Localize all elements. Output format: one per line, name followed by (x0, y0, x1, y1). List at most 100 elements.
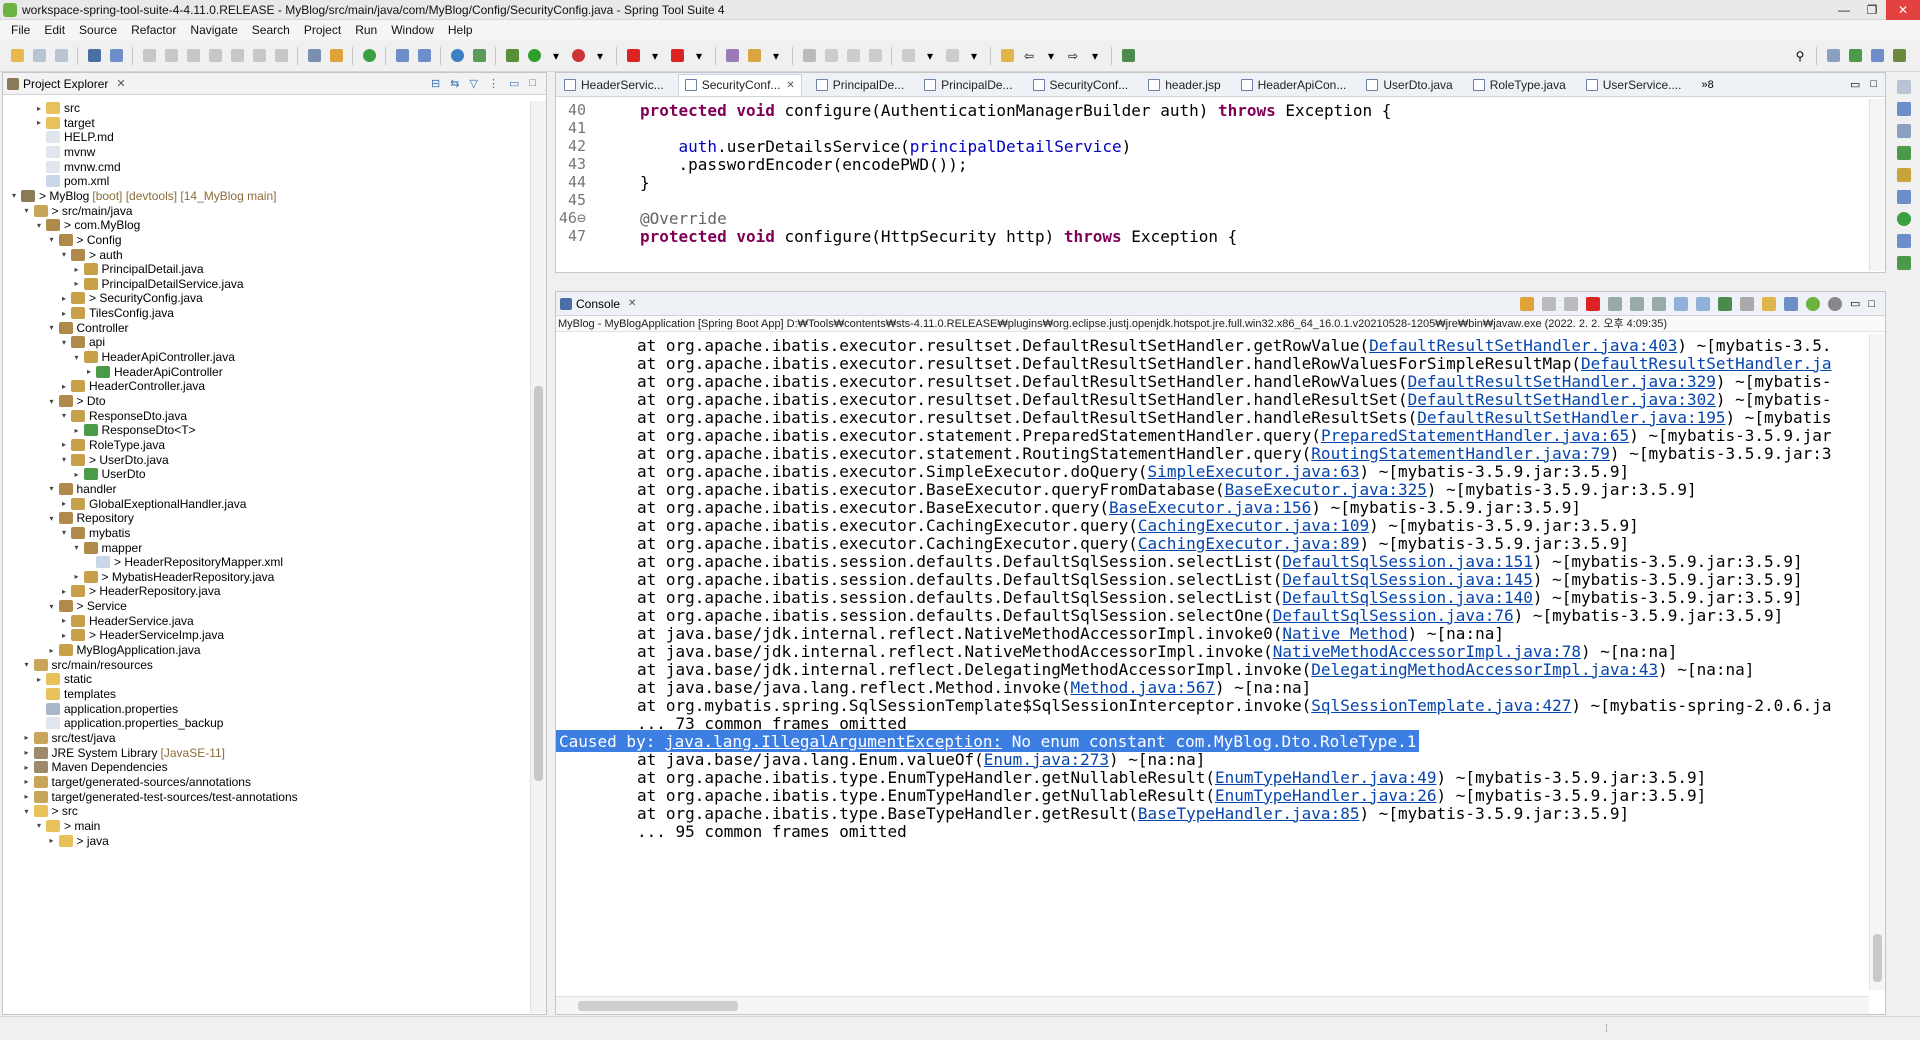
tree-twisty-icon[interactable]: ▾ (47, 484, 57, 493)
tree-item[interactable]: ▸ HeaderController.java (59, 379, 205, 393)
tree-item[interactable]: ▾ > Dto (47, 394, 105, 408)
source-link[interactable]: SqlSessionTemplate.java:427 (1311, 696, 1571, 715)
globe-icon[interactable] (448, 47, 466, 65)
menu-refactor[interactable]: Refactor (124, 23, 183, 37)
edit-icon[interactable] (745, 47, 763, 65)
tree-twisty-icon[interactable]: ▾ (47, 323, 57, 332)
tree-item[interactable]: ▾ > com.MyBlog (34, 218, 140, 232)
skip-breakpoints-icon[interactable] (107, 47, 125, 65)
relaunch-console-icon[interactable] (1519, 296, 1534, 311)
tree-twisty-icon[interactable]: ▸ (59, 309, 69, 318)
forward-icon[interactable]: ⇨ (1064, 47, 1082, 65)
boot-dashboard-icon[interactable] (1897, 146, 1911, 160)
minimize-button[interactable]: — (1830, 0, 1858, 20)
tree-twisty-icon[interactable]: ▾ (22, 660, 32, 669)
coverage-icon[interactable] (569, 47, 587, 65)
save-icon[interactable] (30, 47, 48, 65)
tree-twisty-icon[interactable]: ▾ (47, 602, 57, 611)
tree-twisty-icon[interactable]: ▾ (47, 514, 57, 523)
tree-item[interactable]: ▾ Controller (47, 321, 128, 335)
console-title[interactable]: Console (576, 297, 620, 311)
back-icon[interactable]: ⇦ (1020, 47, 1038, 65)
tree-item[interactable]: ▾ src/main/resources (22, 658, 152, 672)
menu-navigate[interactable]: Navigate (183, 23, 244, 37)
new-package-icon[interactable] (415, 47, 433, 65)
tree-twisty-icon[interactable]: ▸ (84, 367, 94, 376)
suspend-icon[interactable] (162, 47, 180, 65)
forward-dropdown-icon[interactable]: ▾ (1086, 47, 1104, 65)
resume-icon[interactable] (140, 47, 158, 65)
debug-icon[interactable] (503, 47, 521, 65)
menu-source[interactable]: Source (72, 23, 124, 37)
relaunch-dropdown-icon[interactable]: ▾ (690, 47, 708, 65)
tree-twisty-icon[interactable]: ▾ (22, 807, 32, 816)
code-area[interactable]: 40 protected void configure(Authenticatio… (556, 99, 1871, 271)
block-selection-icon[interactable] (844, 47, 862, 65)
show-whitespace-icon[interactable] (866, 47, 884, 65)
minimize-console-icon[interactable]: ▭ (1850, 297, 1860, 310)
step-over-icon[interactable] (250, 47, 268, 65)
tree-item[interactable]: ▾ HeaderApiController.java (72, 350, 234, 364)
prev-annotation-icon[interactable] (943, 47, 961, 65)
menu-project[interactable]: Project (297, 23, 348, 37)
pin-editor-icon[interactable] (1119, 47, 1137, 65)
tree-twisty-icon[interactable]: ▾ (34, 221, 44, 230)
minimize-editor-icon[interactable]: ▭ (1850, 78, 1860, 91)
collapse-all-icon[interactable]: ⊟ (431, 77, 440, 90)
tree-item[interactable]: ▸ > SecurityConfig.java (59, 291, 203, 305)
tree-item[interactable]: ▾ api (59, 335, 105, 349)
tree-item[interactable]: > HeaderRepositoryMapper.xml (84, 555, 283, 569)
editor-tab[interactable]: SecurityConf... (1027, 74, 1135, 96)
tree-item[interactable]: ▾ > main (34, 819, 100, 833)
tree-twisty-icon[interactable]: ▾ (9, 191, 19, 200)
tree-twisty-icon[interactable]: ▾ (59, 411, 69, 420)
tree-twisty-icon[interactable]: ▸ (72, 470, 82, 479)
tree-twisty-icon[interactable]: ▾ (22, 206, 32, 215)
menu-run[interactable]: Run (348, 23, 384, 37)
tree-item[interactable]: HELP.md (34, 130, 114, 144)
tree-twisty-icon[interactable]: ▸ (22, 763, 32, 772)
tree-item[interactable]: ▸ target (34, 116, 95, 130)
editor-tab[interactable]: RoleType.java (1467, 74, 1572, 96)
maximize-console-icon[interactable]: □ (1868, 298, 1875, 310)
filter-icon[interactable]: ▽ (469, 77, 477, 90)
terminate-console-icon[interactable] (1585, 296, 1600, 311)
show-on-stderr-icon[interactable] (1695, 296, 1710, 311)
open-type-icon[interactable] (723, 47, 741, 65)
step-into-icon[interactable] (228, 47, 246, 65)
tree-item[interactable]: ▸ HeaderService.java (59, 614, 194, 628)
editor-tab[interactable]: SecurityConf... ✕ (677, 73, 802, 96)
problems-icon[interactable] (1897, 168, 1911, 182)
tree-item[interactable]: ▸ ResponseDto<T> (72, 423, 195, 437)
tree-item[interactable]: ▾ handler (47, 482, 116, 496)
prev-annotation-dropdown-icon[interactable]: ▾ (965, 47, 983, 65)
console-vertical-scrollbar[interactable] (1869, 334, 1885, 990)
editor-tab[interactable]: PrincipalDe... (918, 74, 1018, 96)
save-all-icon[interactable] (52, 47, 70, 65)
tree-item[interactable]: ▸ > MybatisHeaderRepository.java (72, 570, 274, 584)
tree-item[interactable]: ▾ > Config (47, 233, 121, 247)
console-output[interactable]: at org.apache.ibatis.executor.resultset.… (556, 334, 1869, 990)
minimize-view-icon[interactable]: ▭ (509, 77, 519, 90)
tree-twisty-icon[interactable]: ▸ (59, 587, 69, 596)
tree-twisty-icon[interactable]: ▸ (22, 777, 32, 786)
tree-twisty-icon[interactable]: ▸ (59, 440, 69, 449)
tree-twisty-icon[interactable]: ▾ (59, 455, 69, 464)
tree-twisty-icon[interactable]: ▸ (72, 265, 82, 274)
menu-window[interactable]: Window (384, 23, 441, 37)
tree-item[interactable]: ▸ > HeaderRepository.java (59, 584, 221, 598)
tree-item[interactable]: ▸ target/generated-sources/annotations (22, 775, 250, 789)
tree-item[interactable]: application.properties_backup (34, 716, 223, 730)
scrollbar-thumb[interactable] (578, 1001, 738, 1011)
editor-tab[interactable]: UserDto.java (1360, 74, 1458, 96)
clear-console-icon[interactable] (1607, 296, 1622, 311)
tree-twisty-icon[interactable]: ▸ (59, 294, 69, 303)
tree-twisty-icon[interactable]: ▾ (72, 543, 82, 552)
tree-twisty-icon[interactable]: ▸ (34, 675, 44, 684)
editor-scrollbar[interactable] (1869, 99, 1885, 271)
display-console-icon[interactable] (1739, 296, 1754, 311)
highlight-icon[interactable] (822, 47, 840, 65)
editor-tab-overflow[interactable]: »8 (1701, 79, 1713, 91)
debug-perspective-icon[interactable] (1890, 47, 1908, 65)
tree-item[interactable]: ▾ > auth (59, 248, 123, 262)
